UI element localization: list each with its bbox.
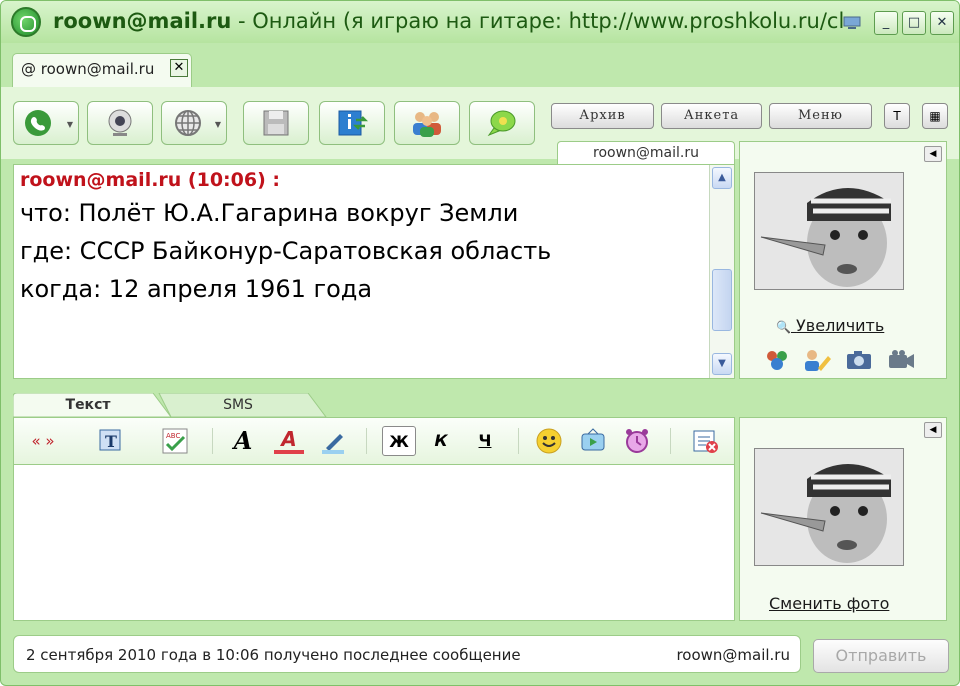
font-color-icon[interactable]: A [274,426,304,454]
avatar-image [755,173,903,289]
tab-sms[interactable]: SMS [183,393,293,417]
title-status: - Онлайн (я играю на гитаре: http://www.… [231,9,843,33]
smiley-icon[interactable] [534,426,564,456]
chat-window: roown@mail.ru - Онлайн (я играю на гитар… [0,0,960,686]
flash-tv-icon[interactable] [578,426,608,456]
webcam-icon [108,109,132,136]
zoom-link[interactable]: 🔍 Увеличить [776,316,884,335]
svg-text:ABC: ABC [166,432,180,440]
contacts-button[interactable] [394,101,460,145]
phone-icon [25,110,51,136]
layout-grid-icon[interactable]: ▦ [922,103,948,129]
users-icon [413,112,441,137]
separator [212,428,213,454]
globe-icon [175,110,201,136]
collapse-panel-icon[interactable]: ◀ [924,146,942,162]
bold-button[interactable]: Ж [382,426,416,456]
window-title: roown@mail.ru - Онлайн (я играю на гитар… [53,9,843,33]
message-header: roown@mail.ru (10:06) : [20,169,280,191]
contact-panel: ◀ 🔍 Увеличить [739,141,947,379]
maximize-button[interactable]: □ [902,11,926,35]
clear-text-icon[interactable] [690,426,720,456]
message-scrollbar[interactable]: ▲ ▼ [709,165,734,378]
status-username: roown@mail.ru [676,646,790,664]
chat-bubble-icon [487,110,516,137]
my-avatar [754,448,904,566]
message-line: что: Полёт Ю.А.Гагарина вокруг Земли [20,199,519,227]
alarm-clock-icon[interactable] [622,426,652,456]
change-photo-link[interactable]: Сменить фото [769,594,889,613]
italic-button[interactable]: К [426,426,456,456]
svg-text:T: T [105,432,117,451]
minimize-button[interactable]: _ [874,11,898,35]
tab-text[interactable]: Текст [33,393,143,417]
tab-close-icon[interactable]: ✕ [170,59,188,77]
chevron-down-icon: ▼ [214,120,221,129]
formatting-toolbar: « » T ABC A A Ж К Ч [13,417,735,465]
collapse-panel-icon[interactable]: ◀ [924,422,942,438]
scroll-thumb[interactable] [712,269,732,331]
message-input[interactable] [13,465,735,621]
text-style-icon[interactable]: T [96,426,126,456]
users-colored-icon[interactable] [762,348,792,372]
video-camera-icon[interactable] [886,348,916,372]
tab-contact[interactable]: @ roown@mail.ru ✕ [12,53,192,87]
call-button[interactable]: ▼ [13,101,79,145]
send-button[interactable]: Отправить [813,639,949,673]
archive-button[interactable]: Архив [551,103,654,129]
status-bar: 2 сентября 2010 года в 10:06 получено по… [13,635,801,673]
magnifier-icon: 🔍 [776,320,791,334]
close-button[interactable]: ✕ [930,11,954,35]
spellcheck-icon[interactable]: ABC [160,426,190,456]
status-text: 2 сентября 2010 года в 10:06 получено по… [26,646,521,664]
title-bar[interactable]: roown@mail.ru - Онлайн (я играю на гитар… [1,1,959,43]
edit-user-icon[interactable] [802,348,832,372]
contact-avatar[interactable] [754,172,904,290]
message-line: где: СССР Байконур-Саратовская область [20,237,552,265]
avatar-image [755,449,903,565]
message-line: когда: 12 апреля 1961 года [20,275,373,303]
title-username: roown@mail.ru [53,9,232,33]
chat-contact-tab[interactable]: roown@mail.ru [557,141,735,165]
floppy-disk-icon [263,110,289,136]
contact-info-button[interactable] [319,101,385,145]
font-icon[interactable]: A [228,426,258,456]
chevron-down-icon: ▼ [66,120,73,129]
tab-label: @ roown@mail.ru [21,60,155,78]
webcam-button[interactable] [87,101,153,145]
separator [670,428,671,454]
web-button[interactable]: ▼ [161,101,227,145]
compose-tabs: Текст SMS [13,393,735,417]
message-history[interactable]: roown@mail.ru (10:06) : что: Полёт Ю.А.Г… [13,164,735,379]
monitor-icon [843,16,861,29]
mail-agent-icon[interactable] [11,7,41,37]
info-card-icon [338,110,368,136]
save-button[interactable] [243,101,309,145]
text-tool-icon[interactable]: T [884,103,910,129]
scroll-up-icon[interactable]: ▲ [712,167,732,189]
camera-icon[interactable] [844,348,874,372]
scroll-down-icon[interactable]: ▼ [712,353,732,375]
highlighter-icon[interactable] [318,426,348,456]
menu-button[interactable]: Меню [769,103,872,129]
underline-button[interactable]: Ч [470,426,500,456]
games-button[interactable] [469,101,535,145]
separator [366,428,367,454]
profile-button[interactable]: Анкета [661,103,762,129]
tab-strip: @ roown@mail.ru ✕ [1,43,959,88]
separator [518,428,519,454]
my-photo-panel: ◀ Сменить фото [739,417,947,621]
quote-icon[interactable]: « » [28,426,58,456]
